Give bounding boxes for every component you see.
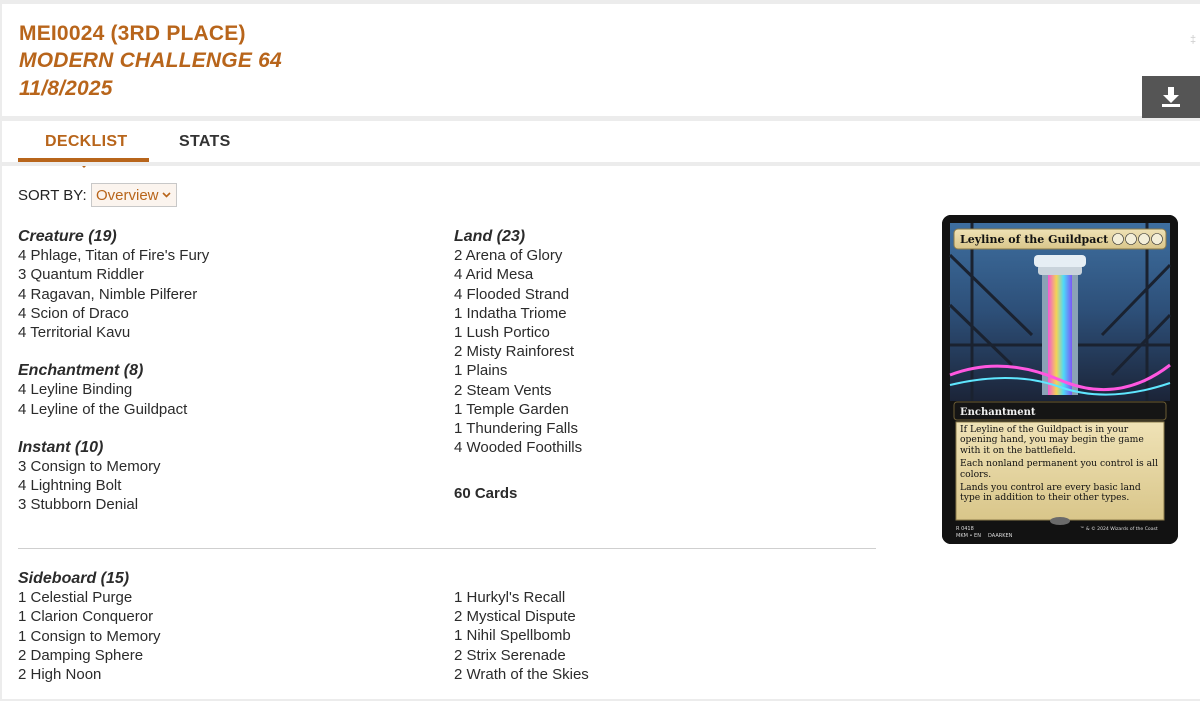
maindeck-right-column: Land (23) 2 Arena of Glory 4 Arid Mesa 4…	[454, 227, 582, 504]
card-artist: DAARKEN	[988, 533, 1013, 539]
card-line[interactable]: 1 Temple Garden	[454, 400, 582, 419]
download-icon	[1162, 87, 1180, 107]
card-line[interactable]: 3 Quantum Riddler	[18, 265, 209, 284]
card-rules-text: Each nonland permanent you control is al…	[960, 458, 1159, 480]
card-line[interactable]: 4 Arid Mesa	[454, 265, 582, 284]
card-line[interactable]: 1 Consign to Memory	[18, 627, 161, 646]
card-line[interactable]: 1 Lush Portico	[454, 323, 582, 342]
card-rules-text: If Leyline of the Guildpact is in your o…	[960, 425, 1144, 456]
card-line[interactable]: 2 Wrath of the Skies	[454, 665, 589, 684]
section-title-creature: Creature (19)	[18, 228, 117, 245]
card-line[interactable]: 2 Steam Vents	[454, 381, 582, 400]
corner-icon: ‡	[1190, 34, 1197, 46]
player-title: MEI0024 (3RD PLACE)	[19, 22, 246, 45]
tab-decklist[interactable]: DECKLIST	[45, 133, 127, 151]
card-collector-number: R 0418	[956, 526, 974, 532]
card-line[interactable]: 1 Celestial Purge	[18, 588, 161, 607]
card-line[interactable]: 4 Lightning Bolt	[18, 476, 209, 495]
card-line[interactable]: 4 Leyline Binding	[18, 380, 209, 399]
card-line[interactable]: 2 Arena of Glory	[454, 246, 582, 265]
sort-select[interactable]: Overview	[91, 183, 177, 207]
card-line[interactable]: 4 Phlage, Titan of Fire's Fury	[18, 246, 209, 265]
decklist-panel: DECKLIST STATS SORT BY: Overview Creatur…	[2, 121, 1200, 699]
card-line[interactable]: 1 Hurkyl's Recall	[454, 588, 589, 607]
card-name: Leyline of the Guildpact	[960, 233, 1109, 246]
event-date: 11/8/2025	[19, 77, 113, 100]
card-total: 60 Cards	[454, 485, 518, 503]
card-line[interactable]: 4 Ragavan, Nimble Pilferer	[18, 285, 209, 304]
card-line[interactable]: 3 Consign to Memory	[18, 457, 209, 476]
tab-stats[interactable]: STATS	[179, 133, 231, 151]
card-set: MKM • EN	[956, 533, 981, 539]
sideboard-divider	[18, 548, 876, 549]
card-preview-image: Leyline of the Guildpact Enchantment If …	[942, 215, 1178, 544]
deck-header: MEI0024 (3RD PLACE) MODERN CHALLENGE 64 …	[2, 4, 1200, 118]
section-title-land: Land (23)	[454, 228, 526, 245]
card-line[interactable]: 4 Flooded Strand	[454, 285, 582, 304]
sort-label: SORT BY:	[18, 187, 87, 204]
tabs-divider	[2, 162, 1200, 166]
section-title-instant: Instant (10)	[18, 438, 104, 456]
chevron-down-icon	[161, 192, 171, 198]
sideboard-left-column: Sideboard (15) 1 Celestial Purge 1 Clari…	[18, 569, 161, 684]
event-title: MODERN CHALLENGE 64	[19, 49, 282, 72]
card-line[interactable]: 2 High Noon	[18, 665, 161, 684]
card-copyright: ™ & © 2024 Wizards of the Coast	[1080, 525, 1158, 532]
maindeck-left-column: Creature (19) 4 Phlage, Titan of Fire's …	[18, 227, 209, 515]
section-title-sideboard: Sideboard (15)	[18, 570, 130, 587]
sort-selected-value: Overview	[96, 186, 159, 204]
card-line[interactable]: 4 Territorial Kavu	[18, 323, 209, 342]
card-line[interactable]: 1 Clarion Conqueror	[18, 607, 161, 626]
download-button[interactable]	[1142, 76, 1200, 118]
card-type: Enchantment	[960, 407, 1036, 418]
card-line[interactable]: 1 Indatha Triome	[454, 304, 582, 323]
card-line[interactable]: 2 Strix Serenade	[454, 646, 589, 665]
card-line[interactable]: 4 Leyline of the Guildpact	[18, 400, 209, 419]
card-line[interactable]: 2 Damping Sphere	[18, 646, 161, 665]
card-line[interactable]: 3 Stubborn Denial	[18, 495, 209, 514]
card-line[interactable]: 2 Misty Rainforest	[454, 342, 582, 361]
sideboard-right-column: 1 Hurkyl's Recall 2 Mystical Dispute 1 N…	[454, 588, 589, 684]
card-line[interactable]: 1 Thundering Falls	[454, 419, 582, 438]
card-line[interactable]: 2 Mystical Dispute	[454, 607, 589, 626]
card-line[interactable]: 1 Plains	[454, 361, 582, 380]
section-title-enchantment: Enchantment (8)	[18, 362, 144, 380]
tab-bar: DECKLIST STATS	[18, 121, 1198, 168]
card-line[interactable]: 1 Nihil Spellbomb	[454, 626, 589, 645]
card-line[interactable]: 4 Wooded Foothills	[454, 438, 582, 457]
card-rules-text: Lands you control are every basic land t…	[960, 482, 1141, 504]
card-line[interactable]: 4 Scion of Draco	[18, 304, 209, 323]
